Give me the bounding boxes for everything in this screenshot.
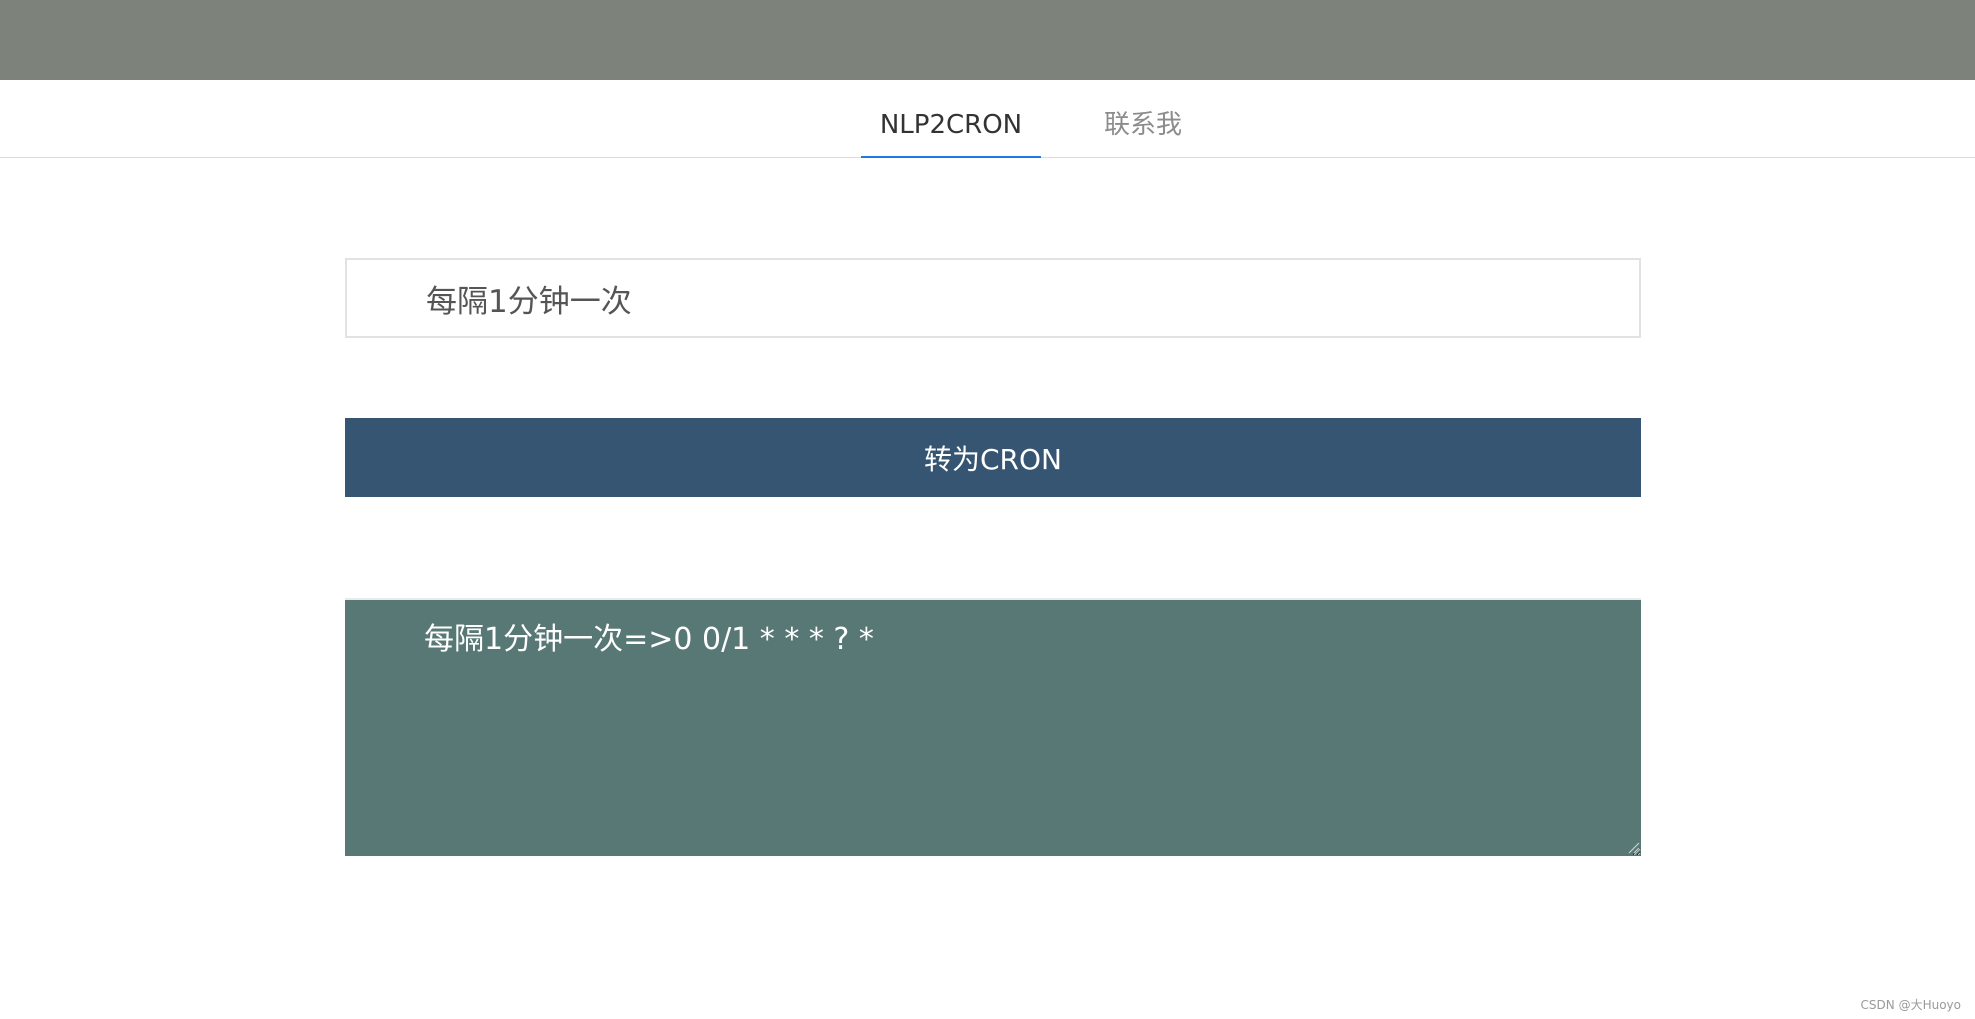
natural-language-input[interactable] bbox=[345, 258, 1641, 338]
convert-to-cron-button[interactable]: 转为CRON bbox=[345, 418, 1641, 497]
watermark-text: CSDN @大Huoyo bbox=[1860, 998, 1961, 1012]
resize-grip-icon[interactable] bbox=[1626, 840, 1640, 854]
cron-output-textarea[interactable]: 每隔1分钟一次=>0 0/1 * * * ? * bbox=[345, 598, 1641, 856]
tab-contact-me[interactable]: 联系我 bbox=[1083, 80, 1203, 158]
tab-nlp2cron[interactable]: NLP2CRON bbox=[861, 80, 1041, 158]
top-header-bar bbox=[0, 0, 1975, 80]
tab-bar: NLP2CRON 联系我 bbox=[0, 80, 1975, 158]
